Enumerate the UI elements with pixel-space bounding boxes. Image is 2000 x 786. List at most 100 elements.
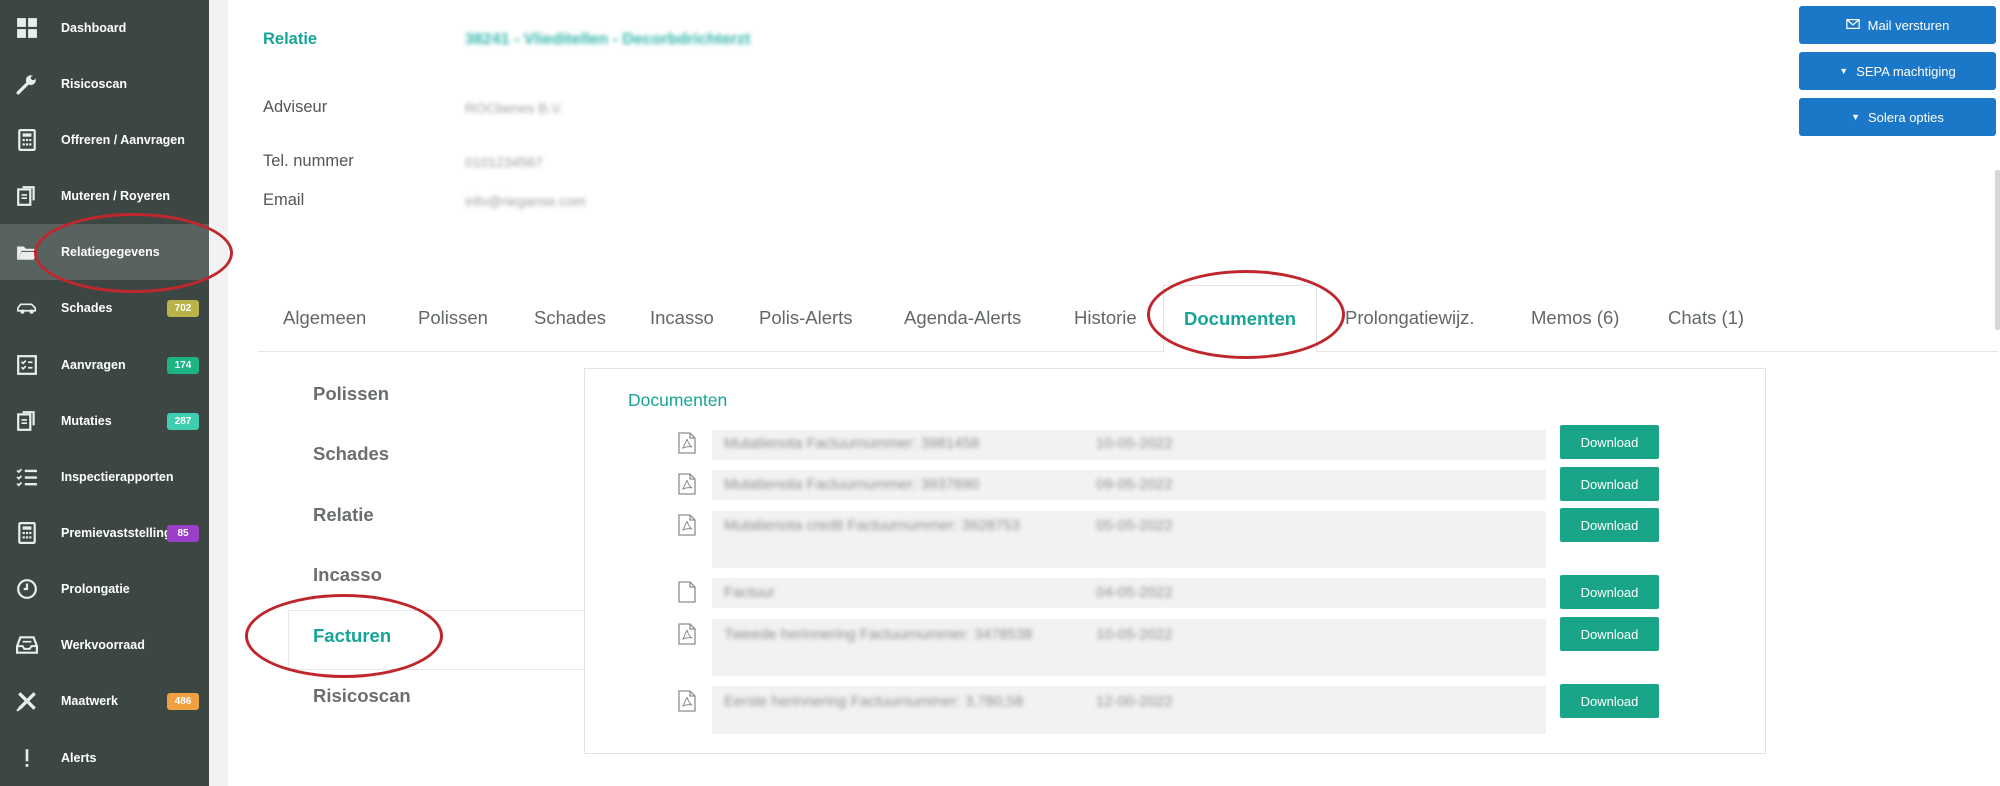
relatie-label: Relatie [263, 30, 318, 48]
sidebar-item-label: Muteren / Royeren [61, 189, 171, 203]
sidebar-item-maatwerk[interactable]: Maatwerk 486 [0, 673, 209, 729]
download-button[interactable]: Download [1560, 467, 1659, 501]
sepa-machtiging-button[interactable]: ▼ SEPA machtiging [1799, 52, 1996, 90]
count-badge: 287 [167, 412, 199, 430]
tab-polis-alerts[interactable]: Polis-Alerts [759, 285, 853, 351]
count-badge: 486 [167, 692, 199, 710]
sidebar-item-label: Alerts [61, 751, 97, 765]
calculator-icon [15, 128, 39, 152]
folder-open-icon [15, 240, 39, 264]
sidebar-item-label: Risicoscan [61, 77, 128, 91]
subnav-incasso[interactable]: Incasso [313, 564, 382, 586]
count-badge: 85 [167, 524, 199, 542]
document-date: 10-05-2022 [1096, 435, 1173, 452]
file-icon [678, 581, 696, 603]
tab-documenten[interactable]: Documenten [1163, 285, 1318, 353]
sidebar-item-inspectierapporten[interactable]: Inspectierapporten [0, 449, 209, 505]
page-scrollbar[interactable] [1995, 170, 2000, 330]
tab-agenda-alerts[interactable]: Agenda-Alerts [904, 285, 1021, 351]
email-label: Email [263, 191, 305, 209]
subnav-relatie[interactable]: Relatie [313, 504, 374, 526]
clock-icon [15, 577, 39, 601]
tab-prolongatiewijz[interactable]: Prolongatiewijz. [1345, 285, 1475, 351]
document-name: Mutatienota Factuurnummer: 3981458 [724, 435, 980, 452]
sidebar-item-muteren[interactable]: Muteren / Royeren [0, 168, 209, 224]
subnav-polissen[interactable]: Polissen [313, 383, 389, 405]
sidebar-item-offreren[interactable]: Offreren / Aanvragen [0, 112, 209, 168]
relatie-value: 38241 - Vlieditellen - Decorbdrichterzt [465, 31, 751, 48]
tab-incasso[interactable]: Incasso [650, 285, 714, 351]
tab-polissen[interactable]: Polissen [418, 285, 488, 351]
tab-historie[interactable]: Historie [1074, 285, 1137, 351]
sidebar-item-label: Schades [61, 301, 113, 315]
document-name: Eerste herinnering Factuurnummer: 3,780,… [724, 693, 1024, 710]
sidebar-item-label: Offreren / Aanvragen [61, 133, 185, 147]
download-button[interactable]: Download [1560, 684, 1659, 718]
wrench-icon [15, 72, 39, 96]
sidebar: Dashboard Risicoscan Offreren / Aanvrage… [0, 0, 209, 786]
pdf-file-icon [678, 514, 696, 536]
sidebar-item-premievaststelling[interactable]: Premievaststelling 85 [0, 505, 209, 561]
calculator-icon [15, 521, 39, 545]
envelope-icon [1845, 17, 1860, 34]
document-date: 09-05-2022 [1096, 476, 1173, 493]
sidebar-item-schades[interactable]: Schades 702 [0, 280, 209, 336]
mail-versturen-label: Mail versturen [1867, 17, 1950, 33]
download-button[interactable]: Download [1560, 575, 1659, 609]
pdf-file-icon [678, 473, 696, 495]
document-name: Mutatienota credit Factuurnummer: 392875… [724, 517, 1020, 534]
pdf-file-icon [678, 690, 696, 712]
solera-opties-button[interactable]: ▼ Solera opties [1799, 98, 1996, 136]
sidebar-gutter [209, 0, 228, 786]
document-date: 10-05-2022 [1096, 626, 1173, 643]
sidebar-item-prolongatie[interactable]: Prolongatie [0, 561, 209, 617]
sidebar-item-werkvoorraad[interactable]: Werkvoorraad [0, 617, 209, 673]
sidebar-item-aanvragen[interactable]: Aanvragen 174 [0, 337, 209, 393]
relation-tabs: Algemeen Polissen Schades Incasso Polis-… [258, 285, 1998, 353]
documents-edit-icon [15, 184, 39, 208]
sidebar-item-label: Mutaties [61, 414, 112, 428]
pdf-file-icon [678, 623, 696, 645]
exclamation-icon [15, 746, 39, 770]
download-button[interactable]: Download [1560, 425, 1659, 459]
sidebar-item-label: Werkvoorraad [61, 638, 145, 652]
pencil-ruler-icon [15, 689, 39, 713]
sidebar-item-risicoscan[interactable]: Risicoscan [0, 56, 209, 112]
caret-down-icon: ▼ [1851, 112, 1861, 122]
tab-algemeen[interactable]: Algemeen [283, 285, 366, 351]
sidebar-item-label: Prolongatie [61, 582, 130, 596]
subnav-risicoscan[interactable]: Risicoscan [313, 685, 411, 707]
document-name: Factuur [724, 584, 775, 601]
car-icon [15, 296, 39, 320]
sidebar-item-alerts[interactable]: Alerts [0, 730, 209, 786]
sidebar-item-label: Aanvragen [61, 358, 126, 372]
inbox-tray-icon [15, 633, 39, 657]
caret-down-icon: ▼ [1839, 66, 1849, 76]
download-button[interactable]: Download [1560, 508, 1659, 542]
sidebar-item-mutaties[interactable]: Mutaties 287 [0, 393, 209, 449]
tab-schades[interactable]: Schades [534, 285, 606, 351]
download-button[interactable]: Download [1560, 617, 1659, 651]
sidebar-item-relatiegegevens[interactable]: Relatiegegevens [0, 224, 209, 280]
document-name: Tweede herinnering Factuurnummer: 347853… [724, 626, 1033, 643]
tel-label: Tel. nummer [263, 152, 354, 170]
mail-versturen-button[interactable]: Mail versturen [1799, 6, 1996, 44]
sidebar-item-dashboard[interactable]: Dashboard [0, 0, 209, 56]
email-value: info@rieganse.com [465, 193, 586, 209]
tel-value: 0101234567 [465, 154, 543, 170]
document-date: 04-05-2022 [1096, 584, 1173, 601]
subnav-facturen[interactable]: Facturen [313, 625, 391, 647]
sidebar-item-label: Inspectierapporten [61, 470, 174, 484]
document-name: Mutatienota Factuurnummer: 3937690 [724, 476, 980, 493]
dashboard-grid-icon [15, 16, 39, 40]
tab-chats[interactable]: Chats (1) [1668, 285, 1744, 351]
document-date: 12-00-2022 [1096, 693, 1173, 710]
documents-title: Documenten [628, 390, 728, 410]
adviseur-value: ROCbenes B.V. [465, 100, 564, 116]
checklist-icon [15, 353, 39, 377]
sidebar-item-label: Maatwerk [61, 694, 118, 708]
sidebar-item-label: Relatiegegevens [61, 245, 160, 259]
documents-edit-icon [15, 409, 39, 433]
tab-memos[interactable]: Memos (6) [1531, 285, 1619, 351]
subnav-schades[interactable]: Schades [313, 443, 389, 465]
